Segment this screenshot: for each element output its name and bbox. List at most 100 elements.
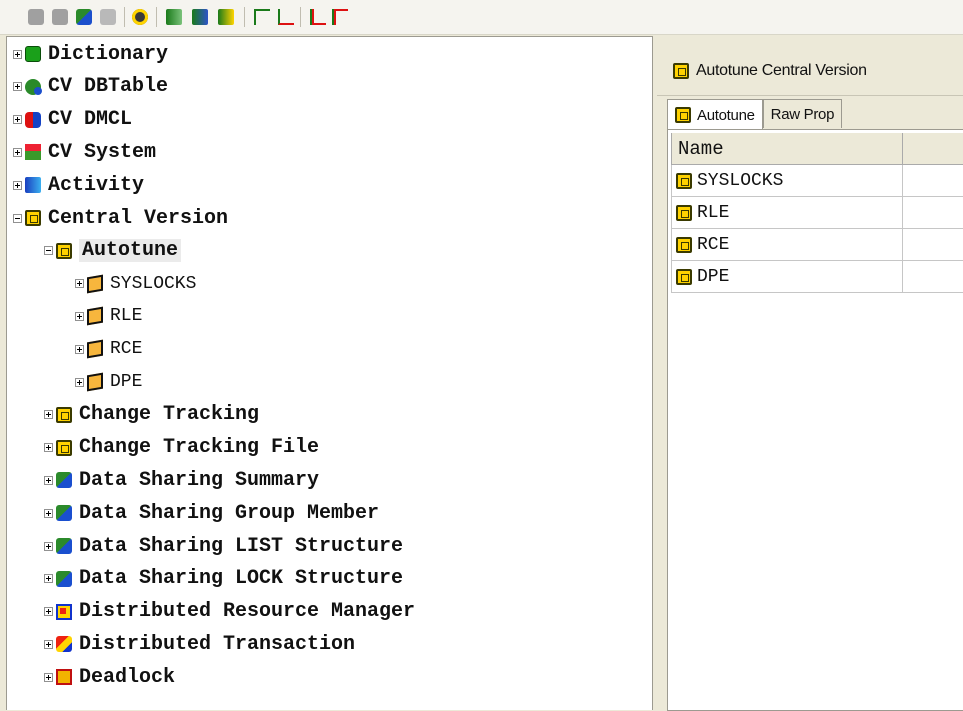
tree-node[interactable]: RLE bbox=[75, 301, 142, 331]
tree-node-label: RLE bbox=[110, 306, 143, 327]
tab-raw-prop-label: Raw Prop bbox=[770, 105, 835, 123]
disabled-button[interactable] bbox=[28, 9, 44, 25]
tree-node[interactable]: Autotune bbox=[44, 236, 182, 266]
leaf-icon[interactable] bbox=[332, 9, 348, 25]
tree-node[interactable]: SYSLOCKS bbox=[75, 269, 196, 299]
expand-icon[interactable] bbox=[13, 180, 22, 190]
grid-name-cell: RLE bbox=[671, 197, 903, 229]
branch-icon[interactable] bbox=[310, 9, 326, 25]
collapse-icon[interactable] bbox=[13, 213, 22, 223]
tree-node[interactable]: CV DBTable bbox=[13, 72, 168, 102]
expand-icon[interactable] bbox=[44, 607, 53, 617]
tree-node-label: Central Version bbox=[48, 206, 229, 230]
name-column-header[interactable]: Name bbox=[671, 133, 903, 165]
tree-view[interactable]: Dictionary CV DBTable CV DMCL CV System Acti… bbox=[6, 36, 653, 710]
tree-node-label: Change Tracking File bbox=[79, 436, 320, 460]
tree-node[interactable]: Distributed Transaction bbox=[44, 629, 355, 659]
grid-value-cell bbox=[903, 197, 963, 229]
grid-header: Name bbox=[671, 133, 963, 165]
grid-row-label: RCE bbox=[697, 234, 730, 255]
tree-node-label: Distributed Resource Manager bbox=[79, 600, 416, 624]
tree-node-label: RCE bbox=[110, 339, 143, 360]
tree-expand-icon[interactable] bbox=[254, 9, 270, 25]
grid-row[interactable]: SYSLOCKS bbox=[671, 165, 963, 197]
tree-node-label: Distributed Transaction bbox=[79, 632, 356, 656]
tree-node[interactable]: Distributed Resource Manager bbox=[44, 597, 415, 627]
dictionary-icon bbox=[25, 46, 41, 62]
copy-icon[interactable] bbox=[166, 9, 182, 25]
deadlock-icon bbox=[56, 669, 72, 686]
grid-row-label: SYSLOCKS bbox=[697, 170, 784, 191]
data-sharing-icon bbox=[56, 505, 72, 522]
tree-node-label: SYSLOCKS bbox=[110, 273, 197, 294]
grid-row[interactable]: RCE bbox=[671, 229, 963, 261]
tree-node[interactable]: Central Version bbox=[13, 203, 228, 233]
grid-row[interactable]: RLE bbox=[671, 197, 963, 229]
expand-icon[interactable] bbox=[13, 82, 22, 92]
cube-icon bbox=[87, 372, 103, 392]
autotune-icon bbox=[676, 236, 692, 253]
toolbar-separator bbox=[244, 7, 245, 27]
tree-node-label: Activity bbox=[48, 173, 145, 197]
connect-icon[interactable] bbox=[76, 9, 92, 25]
grid-row[interactable]: DPE bbox=[671, 261, 963, 293]
paste-icon[interactable] bbox=[192, 9, 208, 25]
distributed-transaction-icon bbox=[56, 636, 72, 653]
value-column-header[interactable] bbox=[903, 133, 963, 165]
disconnect-icon[interactable] bbox=[100, 9, 116, 25]
autotune-icon bbox=[676, 204, 692, 221]
tree-node[interactable]: Data Sharing Group Member bbox=[44, 498, 379, 528]
tree-node[interactable]: Change Tracking bbox=[44, 400, 259, 430]
autotune-icon bbox=[56, 242, 72, 259]
tree-node[interactable]: Data Sharing LOCK Structure bbox=[44, 564, 403, 594]
expand-icon[interactable] bbox=[44, 672, 53, 682]
expand-icon[interactable] bbox=[44, 508, 53, 518]
tree-node-label: CV DBTable bbox=[48, 75, 169, 99]
grid-value-cell bbox=[903, 165, 963, 197]
tree-node[interactable]: DPE bbox=[75, 367, 142, 397]
tab-raw-prop[interactable]: Raw Prop bbox=[762, 99, 843, 128]
tree-collapse-icon[interactable] bbox=[278, 9, 294, 25]
autotune-icon bbox=[676, 268, 692, 285]
data-sharing-icon bbox=[56, 570, 72, 587]
tree-node-label: Data Sharing Group Member bbox=[79, 501, 380, 525]
tree-node[interactable]: Change Tracking File bbox=[44, 433, 319, 463]
expand-icon[interactable] bbox=[44, 541, 53, 551]
expand-icon[interactable] bbox=[44, 443, 53, 453]
cube-icon bbox=[87, 274, 103, 294]
details-content: Name SYSLOCKS RLE RCE DPE bbox=[667, 129, 963, 711]
tree-node[interactable]: Activity bbox=[13, 170, 144, 200]
expand-icon[interactable] bbox=[44, 639, 53, 649]
tree-node[interactable]: Deadlock bbox=[44, 662, 175, 692]
expand-icon[interactable] bbox=[13, 147, 22, 157]
tree-node-label: CV System bbox=[48, 140, 157, 164]
expand-icon[interactable] bbox=[75, 377, 84, 387]
refresh-icon[interactable] bbox=[132, 9, 148, 25]
activity-icon bbox=[25, 177, 41, 194]
report-icon[interactable] bbox=[218, 9, 234, 25]
tree-node[interactable]: CV System bbox=[13, 137, 156, 167]
toolbar-separator bbox=[156, 7, 157, 27]
expand-icon[interactable] bbox=[75, 344, 84, 354]
collapse-icon[interactable] bbox=[44, 246, 53, 256]
autotune-icon bbox=[676, 172, 692, 189]
disabled-button[interactable] bbox=[52, 9, 68, 25]
tree-node-label: Autotune bbox=[79, 239, 182, 263]
grid-name-cell: DPE bbox=[671, 261, 903, 293]
tree-node-label: Change Tracking bbox=[79, 403, 260, 427]
expand-icon[interactable] bbox=[44, 475, 53, 485]
tree-node[interactable]: Data Sharing Summary bbox=[44, 465, 319, 495]
expand-icon[interactable] bbox=[44, 410, 53, 420]
expand-icon[interactable] bbox=[75, 279, 84, 289]
expand-icon[interactable] bbox=[75, 311, 84, 321]
tree-node[interactable]: RCE bbox=[75, 334, 142, 364]
toolbar-separator bbox=[124, 7, 125, 27]
tab-autotune[interactable]: Autotune bbox=[667, 99, 763, 130]
expand-icon[interactable] bbox=[44, 574, 53, 584]
tab-autotune-label: Autotune bbox=[697, 106, 755, 124]
tree-node[interactable]: CV DMCL bbox=[13, 105, 132, 135]
tree-node[interactable]: Dictionary bbox=[13, 39, 168, 69]
expand-icon[interactable] bbox=[13, 115, 22, 125]
expand-icon[interactable] bbox=[13, 49, 22, 59]
tree-node[interactable]: Data Sharing LIST Structure bbox=[44, 531, 403, 561]
